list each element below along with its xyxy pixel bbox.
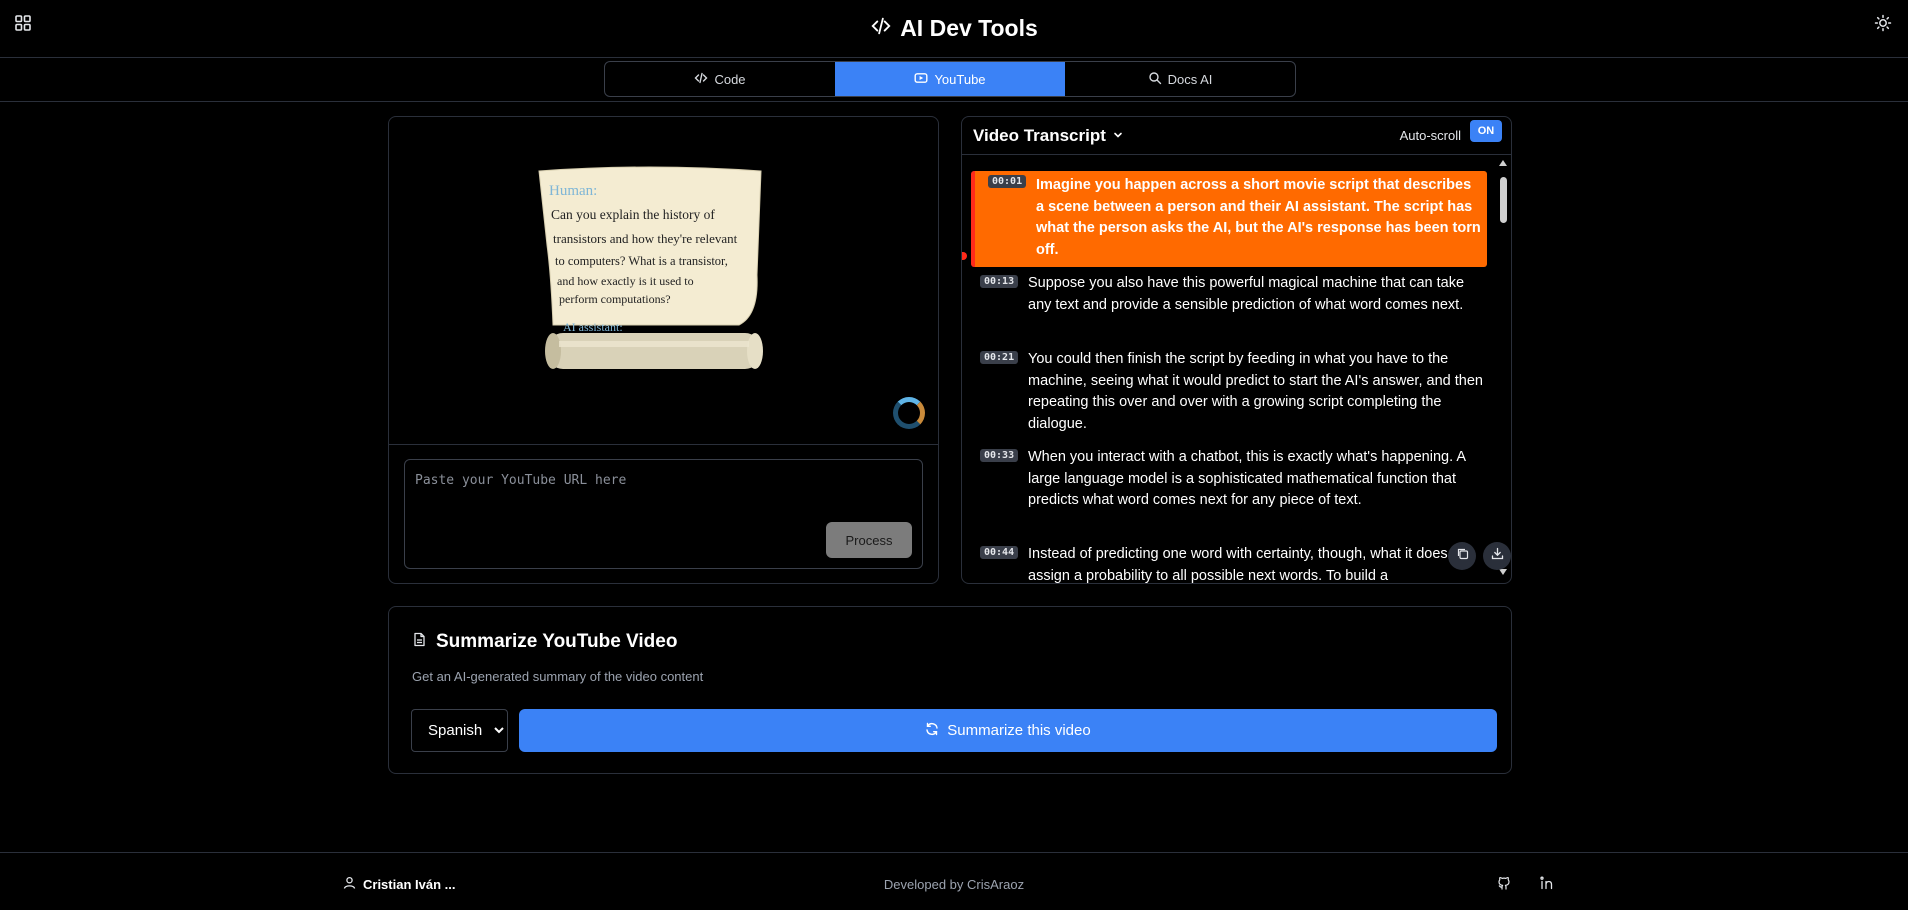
developed-by-text: Developed by CrisAraoz (883, 877, 1025, 892)
svg-text:perform computations?: perform computations? (559, 292, 671, 306)
code-brackets-icon (870, 15, 892, 43)
search-icon (1148, 71, 1162, 88)
chevron-down-icon (1112, 126, 1124, 146)
url-input-box: Process (404, 459, 923, 569)
autoscroll-label: Auto-scroll (1399, 128, 1461, 143)
summary-panel: Summarize YouTube Video Get an AI-genera… (388, 606, 1512, 774)
github-icon[interactable] (1496, 875, 1512, 891)
tab-code[interactable]: Code (605, 62, 835, 96)
app-header: AI Dev Tools (0, 0, 1908, 58)
language-select[interactable]: Spanish (411, 709, 508, 752)
linkedin-icon[interactable] (1539, 875, 1555, 891)
movie-script-scroll-image: Human: Can you explain the history of tr… (538, 166, 763, 369)
video-player[interactable]: Human: Can you explain the history of tr… (389, 117, 938, 445)
svg-text:to computers? What is a transi: to computers? What is a transistor, (555, 254, 728, 268)
sun-icon[interactable] (1874, 14, 1892, 32)
transcript-text: You could then finish the script by feed… (1028, 351, 1483, 433)
tab-youtube-label: YouTube (934, 71, 986, 87)
transcript-entry[interactable]: 00:13 Suppose you also have this powerfu… (962, 273, 1492, 339)
current-position-marker (962, 252, 967, 260)
transcript-entry-active[interactable]: 00:01 Imagine you happen across a short … (971, 171, 1487, 267)
video-panel: Human: Can you explain the history of tr… (388, 116, 939, 584)
app-title: AI Dev Tools (900, 15, 1038, 41)
timestamp-badge[interactable]: 00:33 (980, 449, 1019, 462)
svg-text:and how exactly is it used to: and how exactly is it used to (557, 274, 694, 288)
svg-text:AI assistant:: AI assistant: (563, 320, 623, 334)
transcript-list[interactable]: 00:01 Imagine you happen across a short … (962, 156, 1511, 584)
tab-youtube[interactable]: YouTube (835, 62, 1065, 96)
timestamp-badge[interactable]: 00:21 (980, 351, 1019, 364)
transcript-panel: Video Transcript Auto-scroll ON 00:01 Im… (961, 116, 1512, 584)
app-brand[interactable]: AI Dev Tools (870, 15, 1038, 43)
process-button[interactable]: Process (826, 522, 912, 558)
transcript-text: Instead of predicting one word with cert… (1028, 546, 1463, 584)
timestamp-badge[interactable]: 00:01 (988, 175, 1027, 188)
transcript-entry[interactable]: 00:33 When you interact with a chatbot, … (962, 447, 1492, 535)
refresh-icon (925, 722, 939, 740)
download-icon (1491, 547, 1504, 565)
youtube-icon (914, 71, 928, 88)
transcript-title-dropdown[interactable]: Video Transcript (973, 126, 1124, 146)
summary-heading: Summarize YouTube Video (412, 631, 677, 653)
transcript-text: Suppose you also have this powerful magi… (1028, 275, 1465, 313)
timestamp-badge[interactable]: 00:13 (980, 275, 1019, 288)
tool-tabs: Code YouTube Docs AI (604, 61, 1296, 97)
scrollbar-thumb[interactable] (1500, 177, 1507, 223)
summary-title: Summarize YouTube Video (436, 631, 678, 652)
transcript-text: When you interact with a chatbot, this i… (1028, 449, 1466, 509)
svg-text:Can you explain the history of: Can you explain the history of (551, 207, 715, 222)
app-footer: Cristian Iván ... Developed by CrisAraoz (0, 852, 1908, 910)
summarize-button-label: Summarize this video (947, 722, 1091, 739)
transcript-text: Imagine you happen across a short movie … (1036, 177, 1481, 259)
transcript-entry[interactable]: 00:21 You could then finish the script b… (962, 349, 1492, 437)
transcript-title: Video Transcript (973, 126, 1106, 145)
svg-text:Human:: Human: (549, 183, 597, 199)
transcript-entry[interactable]: 00:44 Instead of predicting one word wit… (962, 544, 1492, 584)
autoscroll-toggle[interactable]: ON (1470, 120, 1502, 142)
youtube-url-input[interactable] (415, 468, 895, 492)
code-icon (694, 71, 708, 88)
tab-code-label: Code (714, 71, 746, 87)
svg-text:transistors and how they're re: transistors and how they're relevant (553, 231, 738, 246)
copy-button[interactable] (1448, 542, 1476, 570)
download-button[interactable] (1483, 542, 1511, 570)
summarize-button[interactable]: Summarize this video (519, 709, 1497, 752)
grid-icon[interactable] (14, 14, 32, 32)
transcript-header: Video Transcript Auto-scroll ON (962, 117, 1511, 155)
tab-docs-ai[interactable]: Docs AI (1065, 62, 1295, 96)
summary-description: Get an AI-generated summary of the video… (412, 669, 704, 684)
copy-icon (1456, 547, 1469, 565)
loading-spinner-icon (893, 397, 925, 429)
timestamp-badge[interactable]: 00:44 (980, 546, 1019, 559)
tab-docs-ai-label: Docs AI (1167, 71, 1213, 87)
scroll-down-arrow-icon[interactable] (1499, 569, 1507, 575)
scroll-up-arrow-icon[interactable] (1499, 160, 1507, 166)
document-icon (412, 631, 427, 653)
tabs-row: Code YouTube Docs AI (0, 58, 1908, 102)
